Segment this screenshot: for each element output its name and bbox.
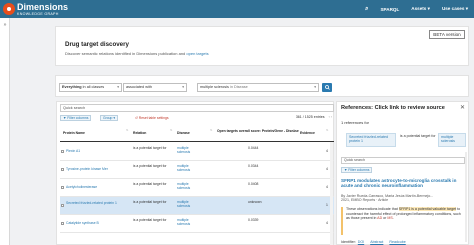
left-rail: »	[0, 18, 10, 245]
table-scrollbar[interactable]	[330, 142, 333, 245]
row-checkbox[interactable]	[61, 204, 64, 207]
table-search-input[interactable]: Quick search	[60, 104, 334, 112]
ref-relation-tag: is a potential target for	[400, 134, 436, 138]
table-row-selected[interactable]: Secreted frizzled-related protein 1 is a…	[60, 197, 334, 215]
logo-subtitle: KNOWLEDGE GRAPH	[17, 11, 59, 16]
nav-sparql[interactable]: SPARQL	[380, 7, 399, 12]
sort-icon[interactable]: ⇅	[126, 128, 129, 132]
entries-count: 361 / 1525 entries ‹ ›	[295, 115, 332, 119]
col-disease[interactable]: Disease	[177, 131, 190, 135]
header-card: Drug target discovery Discover semantic …	[55, 26, 469, 66]
sort-icon[interactable]: ⇅	[210, 128, 213, 132]
abstract-link[interactable]: Abstract	[370, 240, 383, 244]
article-title-link[interactable]: SFRP1 modulates astrocyte-to-microglia c…	[341, 178, 465, 189]
chevron-down-icon: ▾	[182, 85, 184, 89]
search-icon	[324, 85, 330, 90]
col-protein-name[interactable]: Protein Name	[63, 131, 85, 135]
reset-table-button[interactable]: ↺ Reset table settings	[132, 115, 172, 121]
top-nav: ⌕ SPARQL Assets ▾ Use cases ▾	[365, 0, 468, 18]
query-builder: Everything in all classes ▾ associated w…	[55, 75, 469, 97]
ref-subject-tag[interactable]: Secreted frizzled-related protein 1	[346, 133, 396, 147]
col-score[interactable]: Open targets overall score: Protein/Gene…	[217, 129, 299, 133]
doi-link[interactable]: DOI	[358, 240, 364, 244]
chevron-down-icon: ▾	[314, 85, 316, 89]
top-bar: Dimensions KNOWLEDGE GRAPH ⌕ SPARQL Asse…	[0, 0, 474, 18]
sort-icon[interactable]: ⇅	[293, 128, 296, 132]
pagination-arrows[interactable]: ‹ ›	[329, 115, 332, 119]
references-search-input[interactable]: Quick search	[341, 157, 465, 164]
table-row[interactable]: Plexin A1 is a potential target for mult…	[60, 143, 334, 161]
ref-object-tag[interactable]: multiple sclerosis	[438, 133, 466, 147]
search-icon[interactable]: ⌕	[365, 6, 368, 13]
article-links: Identifier: DOI Abstract Readcube	[341, 240, 406, 244]
references-panel: References: Click link to review source …	[336, 101, 469, 245]
beta-badge: BETA version	[429, 30, 465, 39]
col-relation[interactable]: Relation	[133, 131, 146, 135]
open-targets-link[interactable]: open targets	[186, 51, 208, 56]
article-authors: By Javier Rueda-Carrasco, Maria Jesús Ma…	[341, 194, 434, 203]
chevron-down-icon: ▾	[117, 85, 119, 89]
group-button[interactable]: Group ▾	[100, 115, 119, 121]
references-count: 1 references for	[341, 120, 370, 125]
article-snippet: These observations indicate that SFRP1 i…	[341, 207, 461, 235]
references-scrollbar[interactable]	[465, 152, 467, 242]
relation-select[interactable]: associated with ▾	[123, 83, 187, 92]
search-button[interactable]	[322, 83, 332, 92]
close-icon[interactable]: ✕	[460, 104, 465, 111]
dimensions-logo[interactable]: Dimensions KNOWLEDGE GRAPH	[3, 1, 69, 16]
table-row[interactable]: Tyrosine-protein kinase Mer is a potenti…	[60, 161, 334, 179]
filter-columns-button[interactable]: ▼ Filter columns	[60, 115, 92, 121]
nav-assets[interactable]: Assets ▾	[411, 6, 430, 12]
row-checkbox[interactable]	[61, 168, 64, 171]
sort-icon[interactable]: ⇅	[326, 128, 329, 132]
col-evidence[interactable]: Evidence	[300, 131, 315, 135]
expand-icon[interactable]: »	[2, 22, 8, 28]
subject-select[interactable]: Everything in all classes ▾	[59, 83, 122, 92]
sort-icon[interactable]: ⇅	[170, 128, 173, 132]
results-table-panel: Quick search ▼ Filter columns Group ▾ ↺ …	[56, 101, 334, 245]
logo-title: Dimensions	[17, 1, 69, 12]
nav-use-cases[interactable]: Use cases ▾	[442, 6, 468, 12]
references-filter-button[interactable]: ▼ Filter columns	[341, 167, 373, 173]
table-header: Protein Name Relation Disease Open targe…	[60, 128, 334, 142]
references-title: References: Click link to review source	[341, 105, 445, 111]
dimensions-logo-icon	[3, 3, 15, 15]
row-checkbox[interactable]	[61, 222, 64, 225]
table-row[interactable]: Acetylcholinesterase is a potential targ…	[60, 179, 334, 197]
readcube-link[interactable]: Readcube	[389, 240, 405, 244]
object-input[interactable]: multiple sclerosis in Disease ▾	[197, 83, 319, 92]
table-toolbar: ▼ Filter columns Group ▾ ↺ Reset table s…	[60, 114, 334, 122]
page-description: Discover semantic relations identified i…	[65, 51, 209, 56]
row-checkbox[interactable]	[61, 186, 64, 189]
row-checkbox[interactable]	[61, 150, 64, 153]
table-row[interactable]: Catalytide synthase B is a potential tar…	[60, 215, 334, 233]
page-title: Drug target discovery	[65, 41, 129, 48]
